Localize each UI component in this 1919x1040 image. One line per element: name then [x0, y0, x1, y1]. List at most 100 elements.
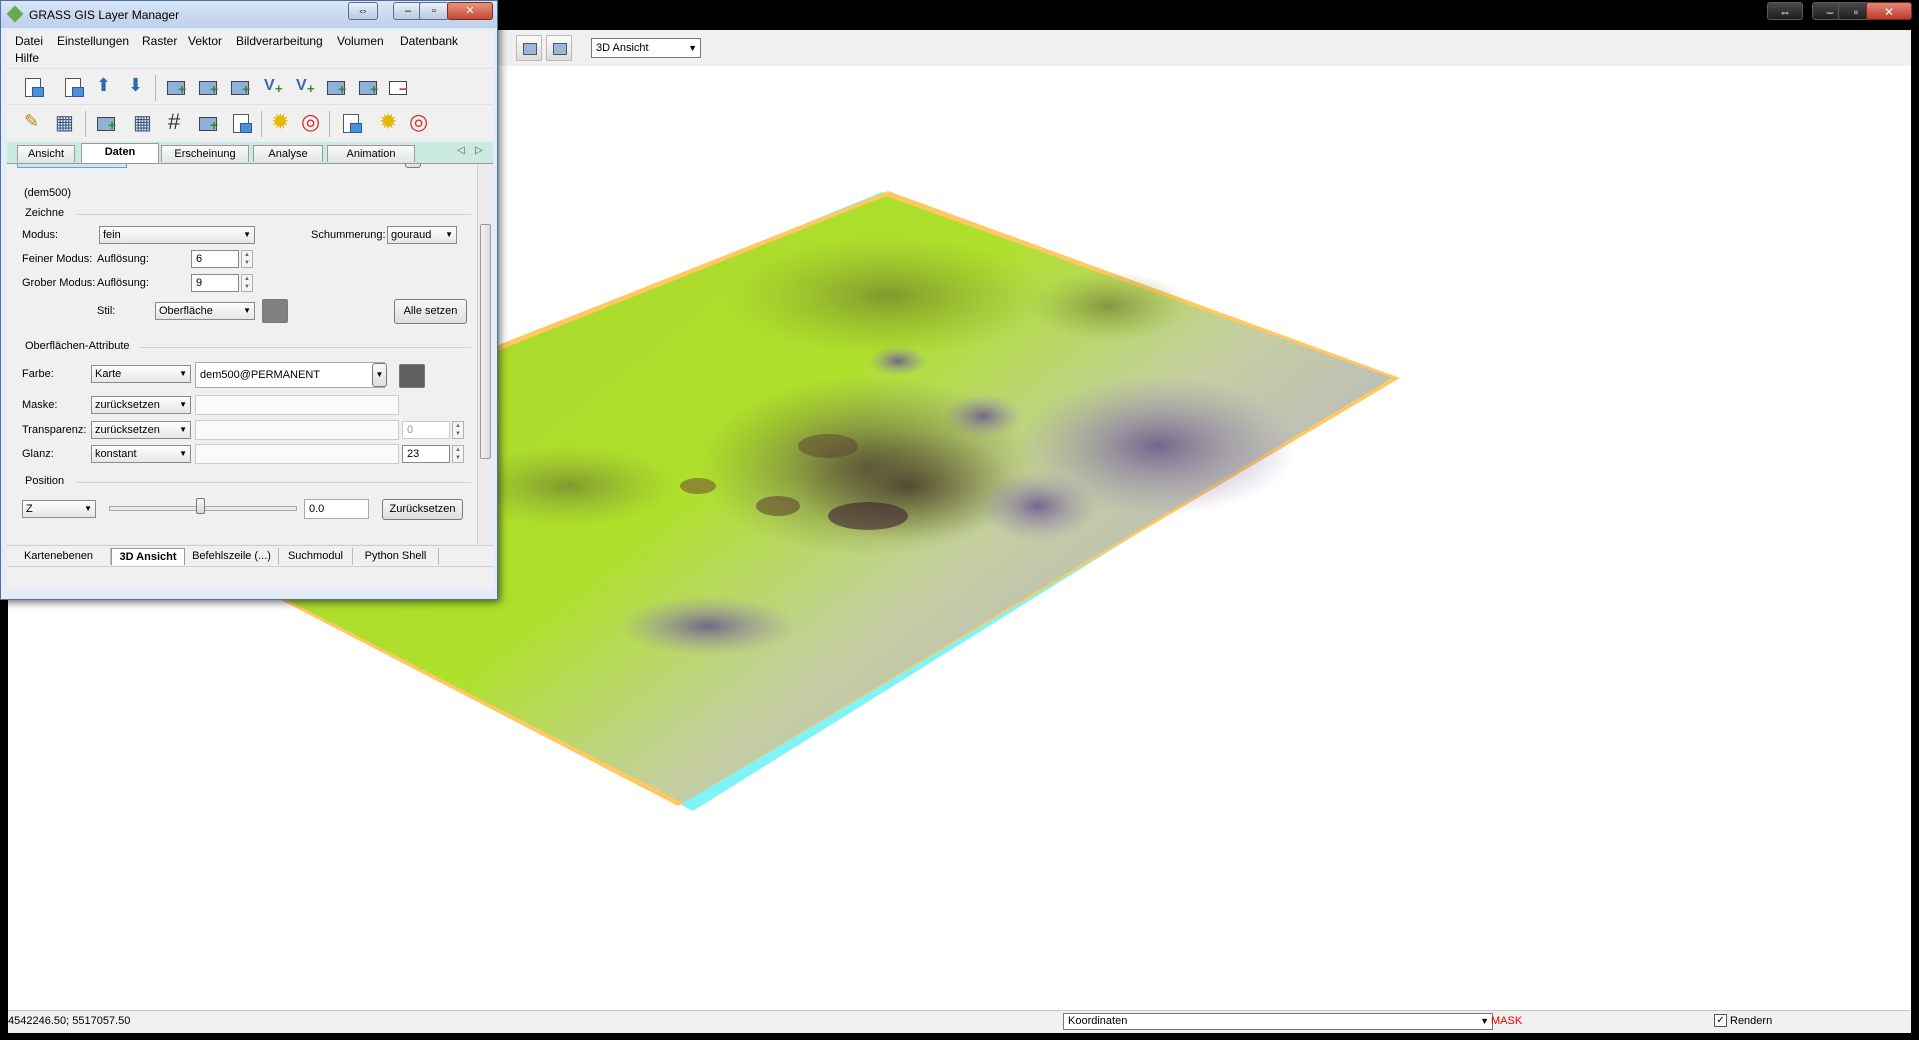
terrain-feature — [1018, 376, 1298, 516]
shine-type-combo[interactable]: konstant ▼ — [91, 445, 191, 463]
color-map-dropdown-icon[interactable]: ▼ — [372, 363, 387, 387]
maximize-button[interactable]: ▫ — [419, 2, 449, 20]
tab-3d-ansicht[interactable]: 3D Ansicht — [111, 548, 185, 565]
print-icon[interactable] — [546, 35, 572, 61]
render-checkbox[interactable]: ✓ — [1714, 1014, 1727, 1027]
nviz-help-icon[interactable] — [407, 109, 431, 135]
menu-vektor[interactable]: Vektor — [188, 34, 222, 48]
save-display-icon[interactable] — [516, 35, 542, 61]
position-value-input[interactable]: 0.0 — [304, 499, 369, 519]
nviz-settings-icon[interactable] — [377, 109, 401, 135]
tab-python-shell[interactable]: Python Shell — [353, 548, 439, 565]
color-type-combo[interactable]: Karte ▼ — [91, 365, 191, 383]
map-display-icon[interactable] — [339, 111, 363, 135]
add-vector-icon[interactable] — [261, 75, 285, 99]
add-overlay-icon[interactable] — [357, 75, 381, 99]
tab-daten[interactable]: Daten — [81, 143, 159, 163]
tab-erscheinung[interactable]: Erscheinung — [161, 145, 249, 162]
settings-gear-icon[interactable] — [269, 109, 293, 135]
menu-volumen[interactable]: Volumen — [337, 34, 384, 48]
restore-swap-icon[interactable]: ⇔ — [348, 2, 378, 20]
color-map-input[interactable]: dem500@PERMANENT — [195, 362, 385, 388]
layer-toolbar — [7, 68, 493, 105]
fine-mode-label: Feiner Modus: — [22, 253, 93, 265]
statusbar-mode-select[interactable]: Koordinaten ▼ — [1063, 1013, 1493, 1030]
axis-value: Z — [26, 503, 33, 515]
surface-select[interactable] — [17, 164, 127, 168]
new-workspace-icon[interactable] — [61, 75, 85, 99]
menu-einstellungen[interactable]: Einstellungen — [57, 34, 129, 48]
color-swatch[interactable] — [399, 364, 425, 388]
graphical-modeler-icon[interactable] — [197, 111, 221, 135]
chevron-down-icon: ▼ — [179, 449, 187, 458]
tab-analyse[interactable]: Analyse — [253, 145, 323, 162]
help-lifering-icon[interactable] — [299, 109, 323, 135]
menu-datei[interactable]: Datei — [15, 34, 43, 48]
tab-suchmodul[interactable]: Suchmodul — [279, 548, 353, 565]
new-display-icon[interactable] — [21, 75, 45, 99]
color-label: Farbe: — [22, 368, 54, 380]
render-label: Rendern — [1730, 1015, 1773, 1027]
fine-resolution-spinner[interactable]: ▲ ▼ — [241, 250, 253, 268]
add-raster-icon[interactable] — [165, 75, 189, 99]
shading-combo[interactable]: gouraud ▼ — [387, 226, 457, 244]
shine-label: Glanz: — [22, 448, 54, 460]
fine-resolution-label: Auflösung: — [97, 253, 149, 265]
surface-select-button[interactable] — [405, 164, 421, 168]
cartographic-composer-icon[interactable] — [229, 111, 253, 135]
mask-type-combo[interactable]: zurücksetzen ▼ — [91, 396, 191, 414]
mask-map-input — [195, 395, 399, 415]
reset-position-button[interactable]: Zurücksetzen — [382, 499, 463, 520]
restore-swap-icon[interactable]: ⇔ — [1767, 2, 1803, 20]
draw-group-label: Zeichne — [25, 207, 65, 219]
menubar: Datei Einstellungen Raster Vektor Bildve… — [7, 31, 493, 67]
tab-kartenebenen[interactable]: Kartenebenen — [7, 548, 111, 565]
transparency-type-combo[interactable]: zurücksetzen ▼ — [91, 421, 191, 439]
tab-ansicht[interactable]: Ansicht — [17, 145, 75, 162]
georectify-icon[interactable] — [165, 109, 189, 135]
add-vector-misc-icon[interactable] — [293, 75, 317, 99]
menu-raster[interactable]: Raster — [142, 34, 177, 48]
mode-combo[interactable]: fein ▼ — [99, 226, 255, 244]
tab-befehlszeile[interactable]: Befehlszeile (...) — [185, 548, 279, 565]
surface-attributes-group-label: Oberflächen-Attribute — [25, 340, 130, 352]
mask-type-value: zurücksetzen — [95, 399, 160, 411]
shine-value-input[interactable]: 23 — [402, 445, 450, 463]
toolbar-separator — [329, 111, 330, 137]
axis-combo[interactable]: Z ▼ — [22, 500, 96, 518]
close-button[interactable]: ✕ — [1866, 2, 1912, 20]
coarse-resolution-spinner[interactable]: ▲ ▼ — [241, 274, 253, 292]
add-raster-misc-icon[interactable] — [197, 75, 221, 99]
add-rgb-icon[interactable] — [229, 75, 253, 99]
edit-vector-icon[interactable] — [21, 111, 45, 135]
style-combo[interactable]: Oberfläche ▼ — [155, 302, 255, 320]
terrain-feature — [756, 496, 800, 516]
position-group-label: Position — [25, 475, 65, 487]
save-workspace-icon[interactable] — [125, 75, 149, 99]
fine-resolution-input[interactable]: 6 — [191, 250, 239, 268]
menu-datenbank[interactable]: Datenbank — [400, 34, 458, 48]
tab-scroll-right-icon[interactable]: ▷ — [475, 145, 483, 156]
scrollbar-thumb[interactable] — [480, 224, 491, 459]
shading-label: Schummerung: — [311, 229, 386, 241]
menu-hilfe[interactable]: Hilfe — [15, 51, 39, 65]
attribute-table-icon[interactable] — [53, 110, 77, 135]
tab-animation[interactable]: Animation — [327, 145, 415, 162]
close-button[interactable]: ✕ — [447, 2, 493, 20]
remove-layer-icon[interactable] — [387, 75, 411, 99]
tab-scroll-left-icon[interactable]: ◁ — [457, 145, 465, 156]
position-slider-handle[interactable] — [196, 498, 205, 514]
wire-color-swatch[interactable] — [262, 299, 288, 323]
shine-spinner[interactable]: ▲ ▼ — [452, 445, 464, 463]
panel-scrollbar[interactable] — [477, 164, 493, 544]
coarse-resolution-input[interactable]: 9 — [191, 274, 239, 292]
raster-calc-icon[interactable] — [131, 110, 155, 135]
view-mode-select[interactable]: 3D Ansicht ▼ — [591, 38, 701, 58]
menu-bildverarbeitung[interactable]: Bildverarbeitung — [236, 34, 323, 48]
open-workspace-icon[interactable] — [93, 75, 117, 99]
set-all-button[interactable]: Alle setzen — [394, 299, 467, 324]
chevron-down-icon: ▼ — [688, 43, 697, 53]
nviz-tabbar: Ansicht Daten Erscheinung Analyse Animat… — [7, 142, 493, 164]
import-raster-icon[interactable] — [95, 111, 119, 135]
add-group-icon[interactable] — [325, 75, 349, 99]
